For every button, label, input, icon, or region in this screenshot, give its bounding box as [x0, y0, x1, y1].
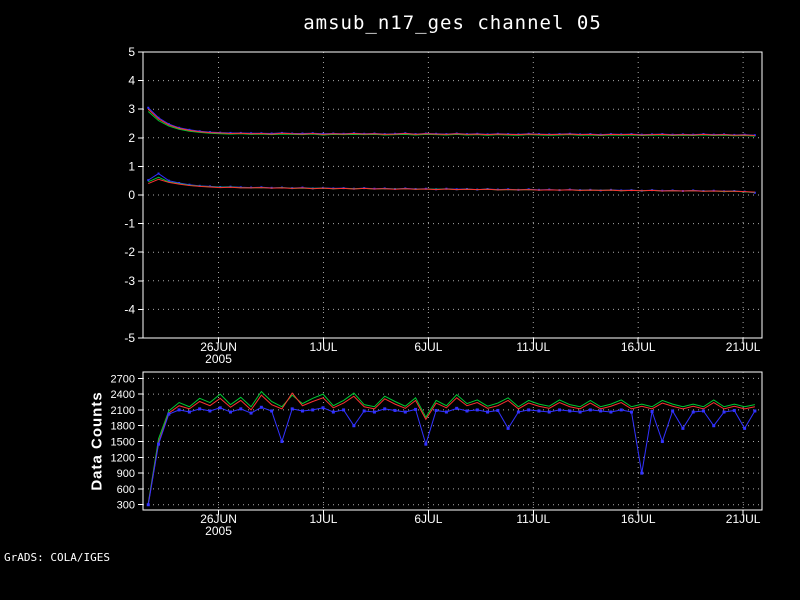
- series-blue-counts: [146, 405, 757, 507]
- gridlines: [143, 52, 762, 338]
- x-tick-label: 16JUL: [621, 340, 656, 354]
- y-tick-label: 1200: [111, 452, 135, 464]
- y-tick-label: 1500: [111, 437, 135, 449]
- x-tick-label: 6JUL: [414, 512, 442, 526]
- series-red-upper: [147, 108, 755, 137]
- axis-labels: 26JUN20051JUL 6JUL 11JUL 16JUL 21JUL543210-1…: [124, 45, 760, 366]
- x-tick-label: 21JUL: [726, 512, 761, 526]
- y-tick-label: -3: [124, 274, 135, 288]
- y-tick-label: 900: [117, 468, 135, 480]
- axes-frame: [138, 371, 763, 515]
- y-tick-label: 600: [117, 484, 135, 496]
- y-tick-label: 300: [117, 500, 135, 512]
- y-tick-label: 2100: [111, 405, 135, 417]
- y-tick-label: 1800: [111, 421, 135, 433]
- series-blue-upper: [147, 106, 756, 137]
- y-tick-label: 2: [128, 131, 135, 145]
- grads-credit: GrADS: COLA/IGES: [4, 551, 110, 564]
- x-tick-sublabel: 2005: [205, 352, 232, 366]
- y-tick-label: -1: [124, 217, 135, 231]
- charts-canvas: 26JUN20051JUL 6JUL 11JUL 16JUL 21JUL543210-1…: [111, 45, 763, 538]
- y-tick-label: 2400: [111, 389, 135, 401]
- x-tick-label: 11JUL: [516, 340, 550, 354]
- series-green-counts: [147, 390, 755, 504]
- axes-frame: [138, 51, 763, 343]
- x-tick-label: 1JUL: [309, 340, 337, 354]
- y-axis-title: Data Counts: [88, 391, 106, 491]
- x-tick-sublabel: 2005: [205, 524, 232, 538]
- axis-labels: 26JUN20051JUL 6JUL 11JUL 16JUL 21JUL27002400…: [111, 373, 761, 538]
- x-tick-label: 16JUL: [621, 512, 656, 526]
- series-green-upper: [147, 111, 755, 137]
- y-tick-label: 4: [128, 74, 135, 88]
- y-tick-label: 5: [128, 45, 135, 59]
- series-green-lower: [148, 176, 755, 193]
- top-chart: 26JUN20051JUL 6JUL 11JUL 16JUL 21JUL543210-1…: [124, 45, 763, 366]
- x-tick-label: 11JUL: [516, 512, 550, 526]
- y-tick-label: -4: [124, 302, 135, 316]
- y-tick-label: -2: [124, 245, 135, 259]
- y-tick-label: -5: [124, 331, 135, 345]
- y-tick-label: 3: [128, 102, 135, 116]
- y-tick-label: 2700: [111, 373, 135, 385]
- y-tick-label: 0: [128, 188, 135, 202]
- x-tick-label: 6JUL: [414, 340, 442, 354]
- bottom-chart: 26JUN20051JUL 6JUL 11JUL 16JUL 21JUL27002400…: [111, 371, 763, 538]
- x-tick-label: 1JUL: [309, 512, 337, 526]
- gridlines: [143, 372, 762, 510]
- x-tick-label: 21JUL: [726, 340, 761, 354]
- y-tick-label: 1: [128, 159, 135, 173]
